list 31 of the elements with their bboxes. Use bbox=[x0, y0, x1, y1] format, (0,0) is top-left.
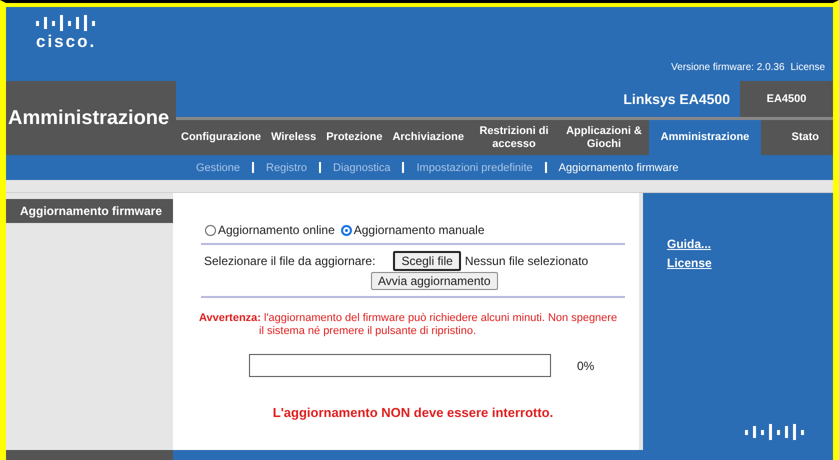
subnav-link[interactable]: Aggiornamento firmware bbox=[558, 162, 679, 174]
file-status: Nessun file selezionato bbox=[464, 254, 588, 268]
section-title: Amministrazione bbox=[6, 81, 176, 155]
radio-label: Aggiornamento online bbox=[218, 223, 335, 237]
nav-tab[interactable]: Applicazioni & Giochi bbox=[558, 120, 649, 155]
help-link[interactable]: License bbox=[667, 256, 712, 270]
sidebar-title: Aggiornamento firmware bbox=[6, 199, 173, 223]
file-label: Selezionare il file da aggiornare: bbox=[204, 254, 376, 268]
choose-file-button[interactable]: Scegli file bbox=[393, 251, 461, 271]
notice-text: L'aggiornamento NON deve essere interrotto. bbox=[272, 405, 554, 420]
cisco-bars-icon bbox=[745, 424, 807, 440]
radio-button[interactable] bbox=[205, 224, 216, 236]
cisco-logo: cisco. bbox=[36, 32, 96, 52]
product-name: Linksys EA4500 bbox=[176, 81, 740, 117]
license-link[interactable]: License bbox=[790, 62, 825, 73]
nav-tab[interactable]: Restrizioni di accesso bbox=[468, 120, 559, 155]
progress-reading: 0% bbox=[577, 358, 594, 373]
nav-tab[interactable]: Protezione bbox=[321, 120, 388, 155]
start-update-button[interactable]: Avvia aggiornamento bbox=[371, 272, 498, 290]
radio-button[interactable] bbox=[340, 224, 352, 236]
model-label: EA4500 bbox=[766, 92, 808, 107]
nav-tab[interactable]: Wireless bbox=[266, 120, 322, 155]
radio-label: Aggiornamento manuale bbox=[354, 223, 485, 237]
warning-text: Avvertenza: l'aggiornamento del firmware può richiedere alcuni minuti. Non spegnere il sistema né premere il pulsante di ripristino. bbox=[199, 312, 618, 338]
nav-tab[interactable]: Configurazione bbox=[176, 120, 266, 155]
nav-tab[interactable]: Stato bbox=[786, 120, 833, 155]
cisco-bars-icon bbox=[36, 15, 98, 31]
nav-tab[interactable]: Amministrazione bbox=[648, 120, 761, 155]
help-link[interactable]: Guida... bbox=[667, 237, 712, 251]
nav-tab[interactable]: Archiviazione bbox=[387, 120, 469, 155]
firmware-version: Versione firmware: 2.0.36 bbox=[671, 62, 785, 73]
